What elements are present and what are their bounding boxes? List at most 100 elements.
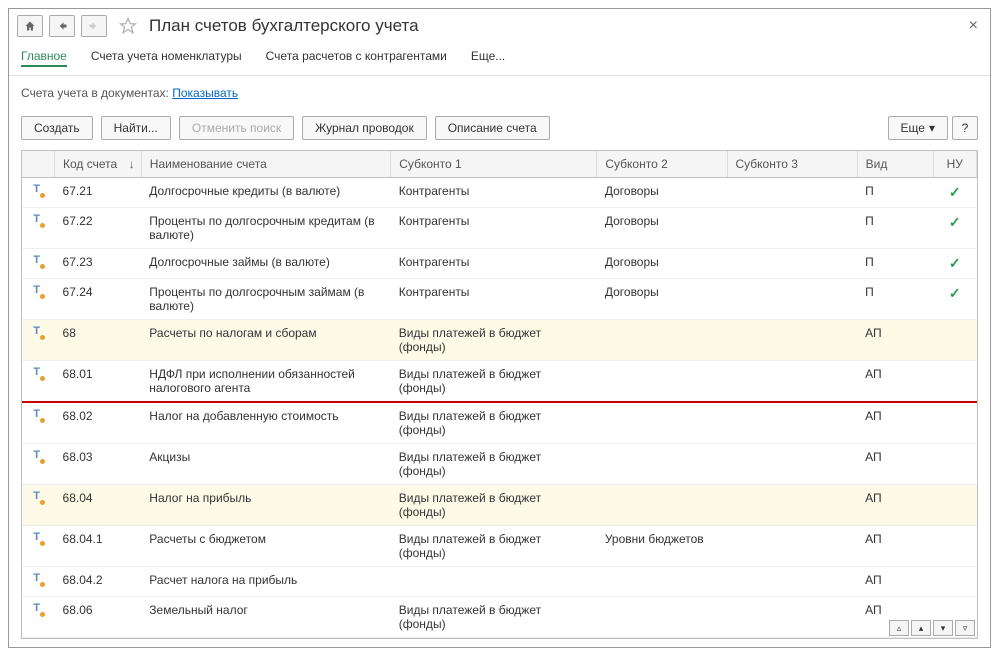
cell-code: 68.06 xyxy=(55,597,142,638)
table-row[interactable]: 68.02Налог на добавленную стоимостьВиды … xyxy=(22,402,977,444)
cell-name: Акцизы xyxy=(141,444,390,485)
account-icon xyxy=(31,573,45,587)
account-icon xyxy=(31,285,45,299)
account-icon xyxy=(31,450,45,464)
subheader-text: Счета учета в документах: xyxy=(21,86,169,100)
account-icon xyxy=(31,367,45,381)
find-button[interactable]: Найти... xyxy=(101,116,171,140)
col-nu[interactable]: НУ xyxy=(933,151,976,178)
cell-vid: АП xyxy=(857,526,933,567)
cell-nu xyxy=(933,567,976,597)
account-icon xyxy=(31,326,45,340)
cell-vid: АП xyxy=(857,485,933,526)
chevron-down-icon: ▾ xyxy=(929,121,935,135)
table-row[interactable]: 68.04Налог на прибыльВиды платежей в бюд… xyxy=(22,485,977,526)
cell-sub1: Виды платежей в бюджет (фонды) xyxy=(391,361,597,403)
cell-code: 67.23 xyxy=(55,249,142,279)
cell-sub3 xyxy=(727,361,857,403)
nav-up[interactable]: ▴ xyxy=(911,620,931,636)
cell-sub1 xyxy=(391,567,597,597)
cell-nu xyxy=(933,361,976,403)
cell-nu: ✓ xyxy=(933,249,976,279)
cell-vid: АП xyxy=(857,444,933,485)
cell-vid: АП xyxy=(857,320,933,361)
tab-0[interactable]: Главное xyxy=(21,47,67,67)
cell-name: Налог на прибыль xyxy=(141,485,390,526)
subheader: Счета учета в документах: Показывать xyxy=(9,76,990,110)
favorite-icon[interactable] xyxy=(119,17,137,35)
page-title: План счетов бухгалтерского учета xyxy=(149,16,419,36)
col-sub2[interactable]: Субконто 2 xyxy=(597,151,727,178)
cell-sub3 xyxy=(727,208,857,249)
account-icon xyxy=(31,603,45,617)
back-button[interactable] xyxy=(49,15,75,37)
col-sub3[interactable]: Субконто 3 xyxy=(727,151,857,178)
table-row[interactable]: 68.01НДФЛ при исполнении обязанностей на… xyxy=(22,361,977,403)
table-row[interactable]: 67.24Проценты по долгосрочным займам (в … xyxy=(22,279,977,320)
cell-nu: ✓ xyxy=(933,279,976,320)
cell-nu xyxy=(933,402,976,444)
forward-button[interactable] xyxy=(81,15,107,37)
cell-sub1: Виды платежей в бюджет (фонды) xyxy=(391,444,597,485)
table-container: Код счета↓ Наименование счета Субконто 1… xyxy=(21,150,978,639)
table-row[interactable]: 68.04.1Расчеты с бюджетомВиды платежей в… xyxy=(22,526,977,567)
table-row[interactable]: 67.21Долгосрочные кредиты (в валюте)Конт… xyxy=(22,178,977,208)
nav-first[interactable]: ▵ xyxy=(889,620,909,636)
cell-sub3 xyxy=(727,526,857,567)
col-icon[interactable] xyxy=(22,151,55,178)
cell-sub1: Контрагенты xyxy=(391,249,597,279)
col-name[interactable]: Наименование счета xyxy=(141,151,390,178)
col-vid[interactable]: Вид xyxy=(857,151,933,178)
cell-sub3 xyxy=(727,444,857,485)
cell-sub3 xyxy=(727,249,857,279)
cell-sub3 xyxy=(727,320,857,361)
cell-code: 68.04 xyxy=(55,485,142,526)
table-row[interactable]: 68.03АкцизыВиды платежей в бюджет (фонды… xyxy=(22,444,977,485)
table-row[interactable]: 67.22Проценты по долгосрочным кредитам (… xyxy=(22,208,977,249)
nav-buttons: ▵ ▴ ▾ ▿ xyxy=(889,620,975,636)
cell-sub1: Виды платежей в бюджет (фонды) xyxy=(391,526,597,567)
description-button[interactable]: Описание счета xyxy=(435,116,550,140)
col-code[interactable]: Код счета↓ xyxy=(55,151,142,178)
tab-3[interactable]: Еще... xyxy=(471,47,505,67)
home-button[interactable] xyxy=(17,15,43,37)
nav-last[interactable]: ▿ xyxy=(955,620,975,636)
cell-code: 68.04.2 xyxy=(55,567,142,597)
cell-vid: АП xyxy=(857,567,933,597)
cell-sub2 xyxy=(597,320,727,361)
create-button[interactable]: Создать xyxy=(21,116,93,140)
cell-nu xyxy=(933,526,976,567)
table-row[interactable]: 68.06Земельный налогВиды платежей в бюдж… xyxy=(22,597,977,638)
col-sub1[interactable]: Субконто 1 xyxy=(391,151,597,178)
cell-name: Проценты по долгосрочным займам (в валют… xyxy=(141,279,390,320)
cell-nu xyxy=(933,320,976,361)
tab-1[interactable]: Счета учета номенклатуры xyxy=(91,47,242,67)
account-icon xyxy=(31,184,45,198)
cell-vid: П xyxy=(857,279,933,320)
cell-name: Расчеты с бюджетом xyxy=(141,526,390,567)
table-row[interactable]: 68Расчеты по налогам и сборамВиды платеж… xyxy=(22,320,977,361)
more-button[interactable]: Еще▾ xyxy=(888,116,948,140)
cell-sub3 xyxy=(727,279,857,320)
cell-sub3 xyxy=(727,402,857,444)
table-row[interactable]: 67.23Долгосрочные займы (в валюте)Контра… xyxy=(22,249,977,279)
cancel-search-button: Отменить поиск xyxy=(179,116,294,140)
show-link[interactable]: Показывать xyxy=(172,86,238,100)
cell-nu: ✓ xyxy=(933,208,976,249)
cell-code: 68.01 xyxy=(55,361,142,403)
cell-vid: АП xyxy=(857,361,933,403)
journal-button[interactable]: Журнал проводок xyxy=(302,116,427,140)
cell-sub1: Виды платежей в бюджет (фонды) xyxy=(391,402,597,444)
cell-sub3 xyxy=(727,597,857,638)
cell-sub2: Договоры xyxy=(597,249,727,279)
nav-down[interactable]: ▾ xyxy=(933,620,953,636)
cell-name: Долгосрочные кредиты (в валюте) xyxy=(141,178,390,208)
close-button[interactable]: × xyxy=(965,17,982,35)
cell-sub2 xyxy=(597,597,727,638)
help-button[interactable]: ? xyxy=(952,116,978,140)
cell-sub2 xyxy=(597,444,727,485)
tab-2[interactable]: Счета расчетов с контрагентами xyxy=(266,47,447,67)
table-row[interactable]: 68.04.2Расчет налога на прибыльАП xyxy=(22,567,977,597)
cell-nu xyxy=(933,485,976,526)
cell-code: 68.03 xyxy=(55,444,142,485)
